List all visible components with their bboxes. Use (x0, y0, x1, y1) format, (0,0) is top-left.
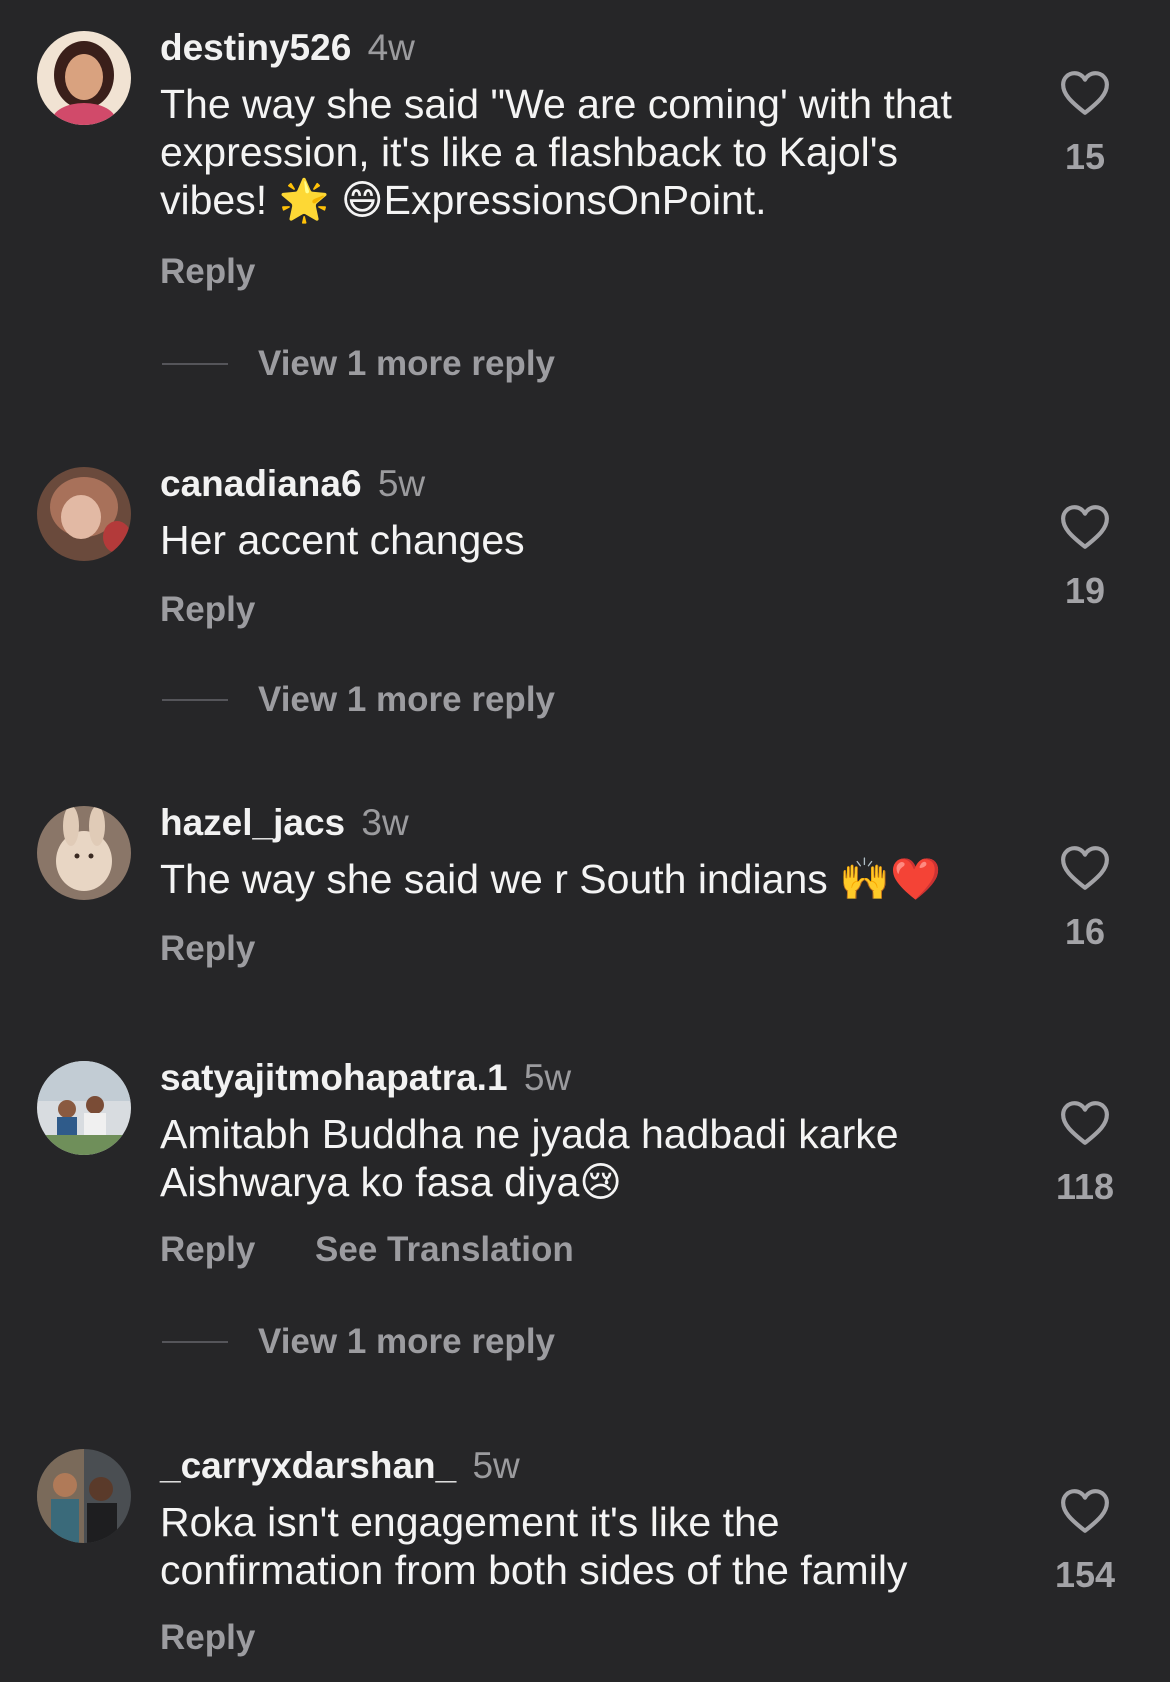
heart-outline-icon[interactable] (1060, 845, 1110, 891)
timestamp: 3w (361, 802, 409, 843)
comment-text: Amitabh Buddha ne jyada hadbadi karke Ai… (160, 1111, 899, 1205)
avatar[interactable] (37, 1449, 131, 1543)
reply-button[interactable]: Reply (160, 252, 255, 291)
comment-header: _carryxdarshan_ 5w (160, 1445, 520, 1487)
like-button[interactable]: 16 (1040, 845, 1130, 953)
comment-text: The way she said "We are coming' with th… (160, 81, 952, 223)
like-button[interactable]: 15 (1040, 70, 1130, 178)
avatar[interactable] (37, 806, 131, 900)
comment-header: destiny526 4w (160, 27, 415, 69)
like-count: 16 (1064, 911, 1106, 952)
comment-actions: Reply (160, 929, 255, 969)
like-count: 19 (1064, 570, 1106, 611)
comment-actions: Reply (160, 1618, 255, 1658)
comment-header: canadiana6 5w (160, 463, 425, 505)
timestamp: 5w (472, 1445, 520, 1486)
avatar[interactable] (37, 467, 131, 561)
avatar[interactable] (37, 31, 131, 125)
comment-text: Her accent changes (160, 517, 525, 563)
like-button[interactable]: 118 (1040, 1100, 1130, 1208)
comment-text: The way she said we r South indians 🙌❤️ (160, 856, 942, 902)
heart-outline-icon[interactable] (1060, 504, 1110, 550)
username[interactable]: destiny526 (160, 27, 351, 68)
view-more-replies-button[interactable]: View 1 more reply (162, 680, 555, 720)
divider-line (162, 1341, 228, 1343)
see-translation-button[interactable]: See Translation (315, 1230, 574, 1269)
like-count: 118 (1055, 1166, 1115, 1207)
like-button[interactable]: 154 (1040, 1488, 1130, 1596)
username[interactable]: hazel_jacs (160, 802, 345, 843)
comment-actions: Reply (160, 252, 255, 292)
avatar[interactable] (37, 1061, 131, 1155)
username[interactable]: satyajitmohapatra.1 (160, 1057, 508, 1098)
heart-outline-icon[interactable] (1060, 1100, 1110, 1146)
reply-button[interactable]: Reply (160, 1618, 255, 1657)
username[interactable]: _carryxdarshan_ (160, 1445, 456, 1486)
view-more-replies-button[interactable]: View 1 more reply (162, 344, 555, 384)
heart-outline-icon[interactable] (1060, 1488, 1110, 1534)
like-count: 154 (1054, 1554, 1116, 1595)
divider-line (162, 363, 228, 365)
view-more-replies-label: View 1 more reply (258, 680, 556, 719)
comment-header: satyajitmohapatra.1 5w (160, 1057, 571, 1099)
timestamp: 5w (377, 463, 426, 504)
comment-text: Roka isn't engagement it's like the conf… (160, 1499, 908, 1593)
timestamp: 4w (367, 27, 415, 68)
view-more-replies-label: View 1 more reply (258, 1322, 556, 1361)
like-count: 15 (1064, 136, 1106, 177)
like-button[interactable]: 19 (1040, 504, 1130, 612)
reply-button[interactable]: Reply (160, 1230, 255, 1269)
comment-actions: Reply (160, 590, 255, 630)
reply-button[interactable]: Reply (160, 590, 255, 629)
comment-header: hazel_jacs 3w (160, 802, 409, 844)
view-more-replies-label: View 1 more reply (258, 344, 556, 383)
username[interactable]: canadiana6 (160, 463, 362, 504)
timestamp: 5w (523, 1057, 572, 1098)
comment-actions: Reply See Translation (160, 1230, 574, 1270)
divider-line (162, 699, 228, 701)
heart-outline-icon[interactable] (1060, 70, 1110, 116)
reply-button[interactable]: Reply (160, 929, 255, 968)
view-more-replies-button[interactable]: View 1 more reply (162, 1322, 555, 1362)
